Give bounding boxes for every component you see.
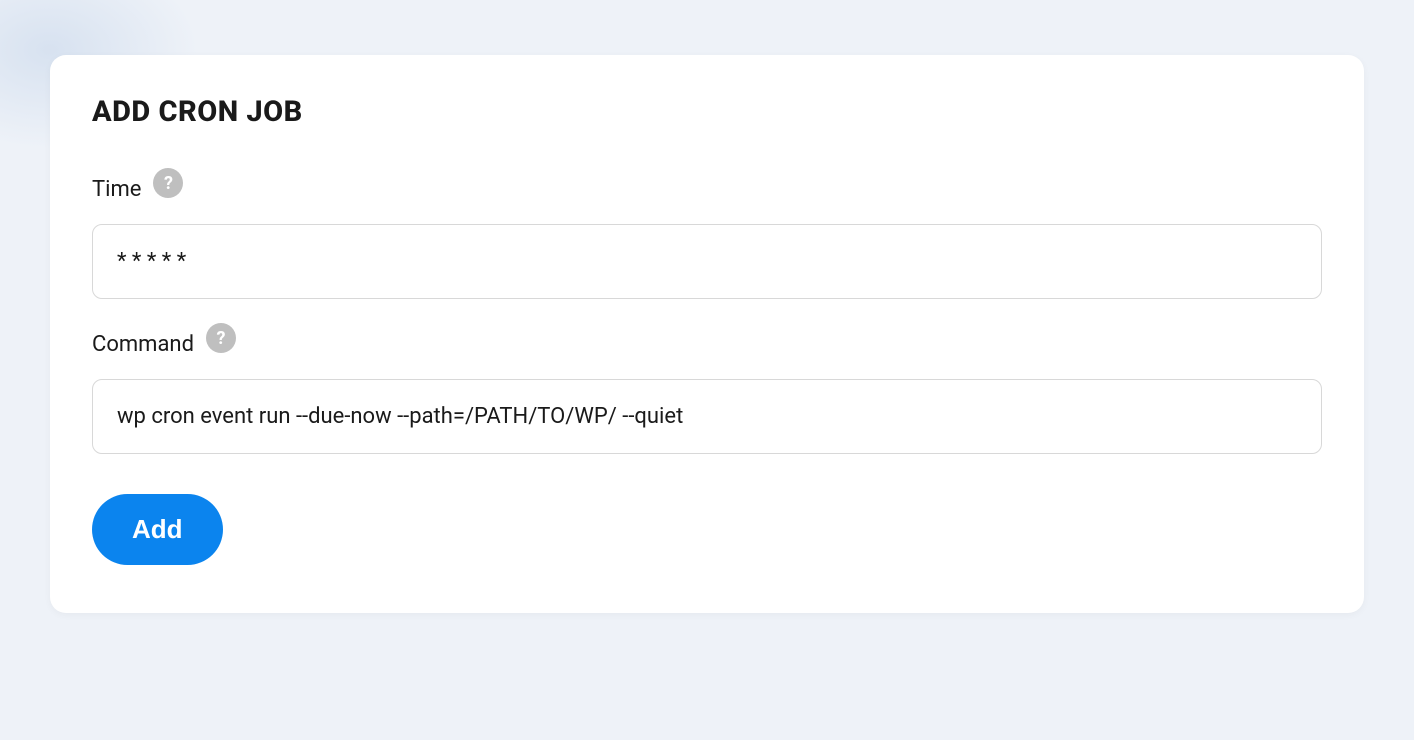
help-icon[interactable]: ? [206, 323, 236, 353]
command-label-row: Command ? [92, 329, 1322, 359]
help-icon[interactable]: ? [153, 168, 183, 198]
add-cron-job-card: ADD CRON JOB Time ? Command ? Add [50, 55, 1364, 613]
command-input[interactable] [92, 379, 1322, 454]
time-label: Time [92, 177, 141, 202]
time-form-group: Time ? [92, 174, 1322, 299]
time-label-row: Time ? [92, 174, 1322, 204]
add-button[interactable]: Add [92, 494, 223, 565]
time-input[interactable] [92, 224, 1322, 299]
page-title: ADD CRON JOB [92, 95, 1322, 129]
command-label: Command [92, 332, 194, 357]
command-form-group: Command ? [92, 329, 1322, 454]
